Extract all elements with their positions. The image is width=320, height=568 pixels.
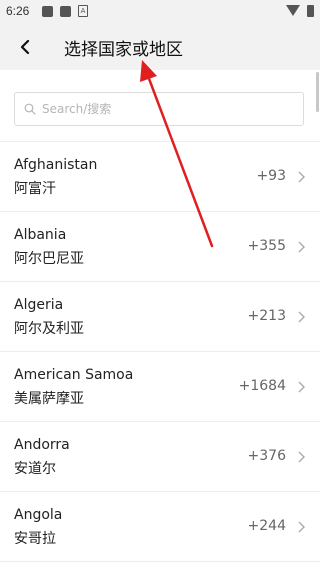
country-name-zh: 安哥拉 [14,531,56,547]
country-name-en: Albania [14,227,67,243]
search-icon [24,103,36,115]
dial-code: +93 [256,168,286,184]
country-name-zh: 阿尔及利亚 [14,321,84,337]
country-item-albania[interactable]: Albania 阿尔巴尼亚 +355 [0,212,320,282]
chevron-left-icon [20,40,30,54]
country-name-zh: 阿富汗 [14,181,56,197]
country-name-zh: 阿尔巴尼亚 [14,251,84,267]
page-title: 选择国家或地区 [64,40,183,60]
country-item-afghanistan[interactable]: Afghanistan 阿富汗 +93 [0,142,320,212]
country-name-en: Algeria [14,297,64,313]
country-item-american-samoa[interactable]: American Samoa 美属萨摩亚 +1684 [0,352,320,422]
dial-code: +213 [247,308,286,324]
country-list: Afghanistan 阿富汗 +93 Albania 阿尔巴尼亚 +355 A… [0,142,320,562]
status-time: 6:26 [6,4,30,18]
dial-code: +355 [247,238,286,254]
search-box[interactable] [14,92,304,126]
country-name-zh: 美属萨摩亚 [14,391,84,407]
dial-code: +376 [247,448,286,464]
country-name-en: Andorra [14,437,70,453]
chevron-right-icon [298,451,305,463]
back-button[interactable] [12,32,38,62]
scrollbar[interactable] [316,72,319,112]
battery-icon [307,5,314,17]
country-name-en: American Samoa [14,367,134,383]
wifi-icon [286,5,300,16]
country-item-andorra[interactable]: Andorra 安道尔 +376 [0,422,320,492]
chevron-right-icon [298,311,305,323]
chevron-right-icon [298,171,305,183]
country-name-zh: 安道尔 [14,461,56,477]
dial-code: +1684 [238,378,286,394]
app-notification-icon [60,6,71,17]
header: 选择国家或地区 [0,24,320,70]
country-item-algeria[interactable]: Algeria 阿尔及利亚 +213 [0,282,320,352]
search-input[interactable] [42,97,292,121]
chevron-right-icon [298,381,305,393]
country-name-en: Afghanistan [14,157,98,173]
dial-code: +244 [247,518,286,534]
status-bar: 6:26 A [0,0,320,24]
country-name-en: Angola [14,507,63,523]
app-notification-icon [42,6,53,17]
chevron-right-icon [298,521,305,533]
screen: 6:26 A 选择国家或地区 Afghanistan 阿富汗 +93 [0,0,320,568]
a-icon: A [78,5,88,17]
country-item-angola[interactable]: Angola 安哥拉 +244 [0,492,320,562]
chevron-right-icon [298,241,305,253]
